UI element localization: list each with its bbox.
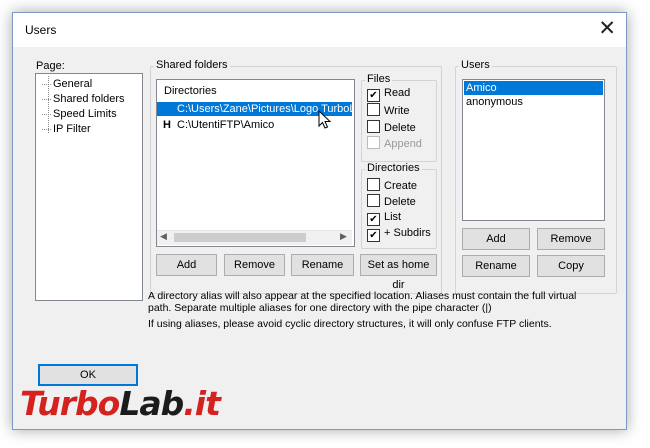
user-row[interactable]: anonymous [464, 95, 603, 109]
delete-file-checkbox[interactable]: Delete [367, 120, 416, 134]
directories-list[interactable]: Directories C:\Users\Zane\Pictures\Logo … [156, 79, 355, 247]
scrollbar-thumb[interactable] [174, 233, 306, 242]
page-item-label: Shared folders [53, 93, 125, 105]
checkbox-label: List [384, 211, 402, 223]
close-icon[interactable]: ✕ [598, 18, 616, 40]
alias-info-line2: path. Separate multiple aliases for one … [148, 302, 492, 314]
rename-folder-button[interactable]: Rename [291, 254, 354, 276]
read-checkbox[interactable]: ✔ Read [367, 87, 411, 102]
turbolab-watermark-logo: TurboLab.it [20, 384, 221, 423]
checkbox-label: Create [384, 180, 418, 192]
checkbox-box [367, 194, 380, 207]
checkbox-label: Delete [384, 196, 416, 208]
files-group-label: Files [365, 73, 393, 85]
page-item-speed-limits[interactable]: Speed Limits [42, 107, 117, 121]
horizontal-scrollbar[interactable]: ◀ ▶ [157, 230, 352, 245]
page-item-shared-folders[interactable]: Shared folders [42, 92, 125, 106]
title-bar: Users ✕ [13, 13, 626, 47]
mouse-cursor-icon [318, 110, 332, 129]
checkbox-label: Delete [384, 122, 416, 134]
scroll-left-icon[interactable]: ◀ [160, 231, 167, 242]
page-item-label: IP Filter [53, 123, 91, 135]
directory-home-marker: H [163, 119, 171, 131]
create-dir-checkbox[interactable]: Create [367, 178, 417, 192]
checkbox-label: Read [384, 87, 411, 99]
checkbox-box [367, 120, 380, 133]
page-item-label: Speed Limits [53, 108, 117, 120]
page-item-ip-filter[interactable]: IP Filter [42, 122, 91, 136]
page-tree: General Shared folders Speed Limits IP F… [35, 73, 143, 301]
watermark-part2: Lab [119, 384, 184, 423]
users-group-label: Users [459, 59, 492, 71]
add-user-button[interactable]: Add [462, 228, 530, 250]
list-checkbox[interactable]: ✔ List [367, 211, 402, 226]
checkbox-label: Append [384, 138, 422, 150]
page-item-label: General [53, 78, 93, 90]
remove-folder-button[interactable]: Remove [224, 254, 285, 276]
users-dialog: Users ✕ Page: General Shared folders Spe… [12, 12, 627, 430]
shared-folders-group-label: Shared folders [154, 59, 230, 71]
checkbox-box [367, 178, 380, 191]
subdirs-checkbox[interactable]: ✔ + Subdirs [367, 227, 431, 242]
append-checkbox: Append [367, 136, 422, 150]
page-label: Page: [36, 60, 65, 72]
users-list[interactable]: Amico anonymous [462, 79, 605, 221]
directories-group-label: Directories [365, 162, 422, 174]
checkbox-box: ✔ [367, 229, 380, 242]
checkbox-box [367, 103, 380, 116]
add-folder-button[interactable]: Add [156, 254, 217, 276]
alias-info-line1: A directory alias will also appear at th… [148, 290, 577, 302]
alias-info-line3: If using aliases, please avoid cyclic di… [148, 318, 552, 330]
user-row[interactable]: Amico [464, 81, 603, 95]
copy-user-button[interactable]: Copy [537, 255, 605, 277]
remove-user-button[interactable]: Remove [537, 228, 605, 250]
checkbox-box: ✔ [367, 213, 380, 226]
write-checkbox[interactable]: Write [367, 103, 409, 117]
delete-dir-checkbox[interactable]: Delete [367, 194, 416, 208]
scroll-right-icon[interactable]: ▶ [340, 231, 347, 242]
checkbox-box [367, 136, 380, 149]
rename-user-button[interactable]: Rename [462, 255, 530, 277]
window-title: Users [25, 23, 57, 37]
watermark-part1: Turbo [20, 384, 120, 423]
checkbox-box: ✔ [367, 89, 380, 102]
directories-header: Directories [164, 85, 217, 97]
checkbox-label: + Subdirs [384, 227, 431, 239]
checkbox-label: Write [384, 105, 410, 117]
directory-path: C:\UtentiFTP\Amico [177, 119, 275, 131]
ok-button[interactable]: OK [38, 364, 138, 386]
set-home-dir-button[interactable]: Set as home dir [360, 254, 437, 291]
page-item-general[interactable]: General [42, 77, 92, 91]
watermark-part3: .it [183, 384, 221, 423]
